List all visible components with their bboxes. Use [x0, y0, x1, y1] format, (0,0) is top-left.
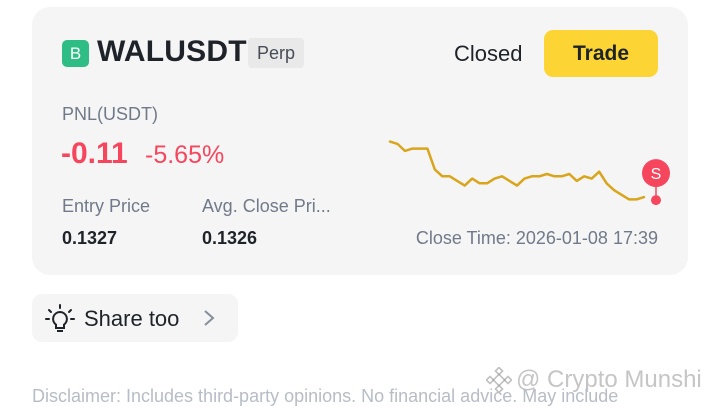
sell-marker: S — [642, 159, 670, 206]
position-status: Closed — [454, 41, 523, 66]
price-sparkline-chart: S — [388, 140, 670, 206]
avg-close-price-value: 0.1326 — [202, 228, 258, 248]
lightbulb-icon — [45, 304, 75, 332]
exchange-badge-icon: B — [62, 40, 89, 67]
pnl-percent: -5.65% — [145, 141, 225, 169]
entry-price-value: 0.1327 — [62, 228, 118, 248]
position-card[interactable]: B WALUSDT Perp Closed Trade PNL(USDT) -0… — [32, 7, 688, 275]
share-label: Share too — [84, 306, 180, 331]
chevron-right-icon — [204, 310, 215, 326]
sell-point-dot — [651, 195, 661, 206]
contract-type-tag: Perp — [248, 38, 305, 68]
pnl-value: -0.11 — [61, 137, 128, 170]
sell-marker-label: S — [651, 166, 662, 183]
close-time: Close Time: 2026-01-08 17:39 — [415, 228, 658, 248]
entry-price-label: Entry Price — [62, 196, 151, 216]
share-button[interactable]: Share too — [32, 294, 238, 342]
pnl-label: PNL(USDT) — [62, 104, 159, 124]
trade-button[interactable]: Trade — [544, 30, 658, 77]
price-line — [388, 140, 646, 201]
symbol-title: WALUSDT — [97, 35, 247, 68]
avg-close-price-label: Avg. Close Pri... — [202, 196, 331, 216]
